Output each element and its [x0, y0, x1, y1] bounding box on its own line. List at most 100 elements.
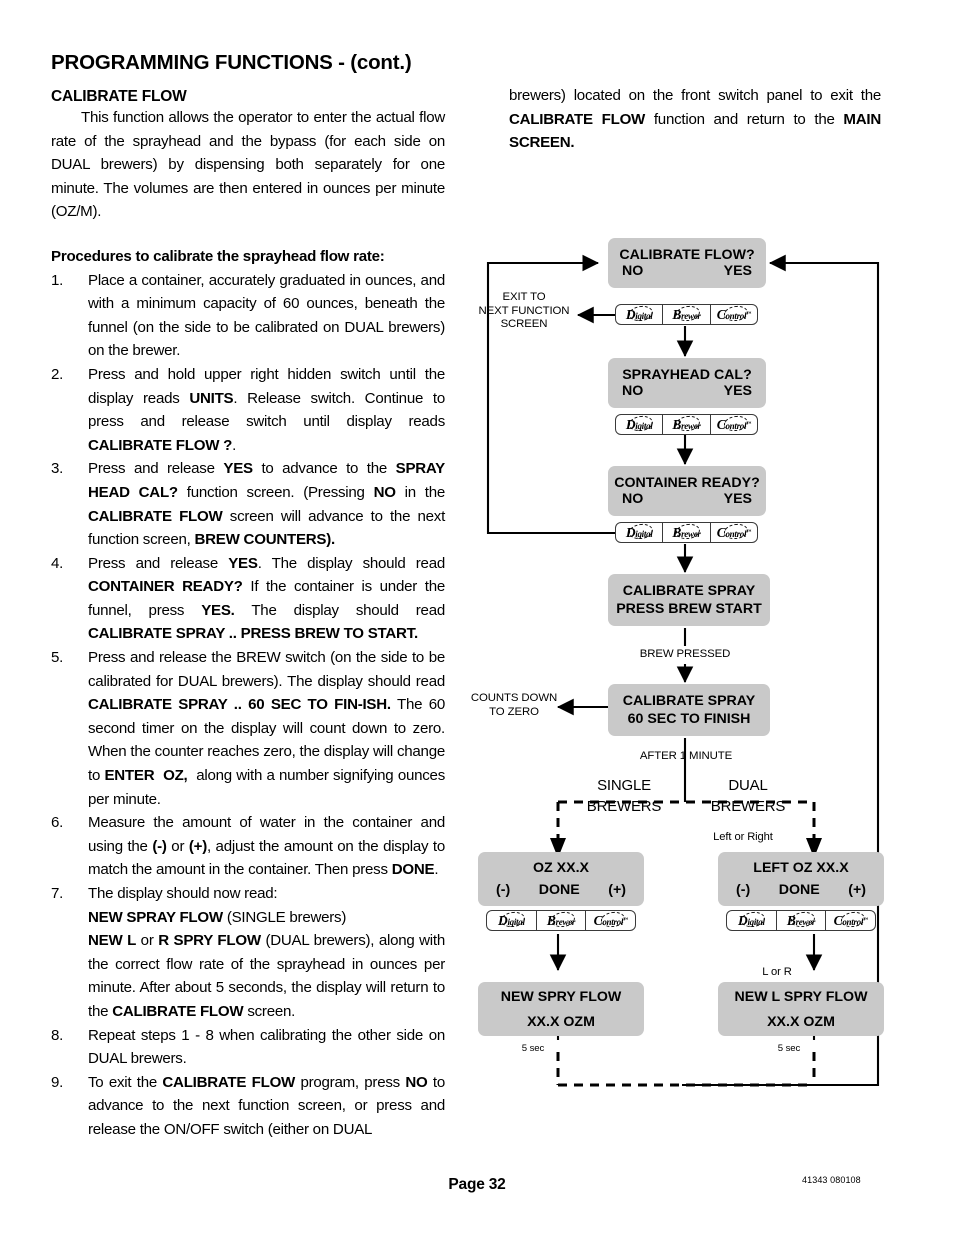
- label-single-brewers: SINGLE: [597, 777, 651, 794]
- flow-box-no: NO: [622, 383, 644, 399]
- step-number: 2.: [51, 365, 64, 383]
- keypad-label-digital: Digital: [625, 306, 653, 322]
- keypad-label-digital: Digital: [625, 524, 653, 540]
- flow-box-title: CALIBRATE FLOW?: [619, 247, 755, 263]
- flow-box-plus: (+): [608, 882, 626, 898]
- label-after-one-minute: AFTER 1 MINUTE: [639, 750, 733, 762]
- keypad-cell-brewer: Brewer: [663, 523, 711, 542]
- keypad-logo: Digital Brewer Control™: [615, 522, 758, 543]
- flow-box-new-spry-dual: NEW L SPRY FLOW XX.X OZM: [718, 982, 884, 1036]
- keypad-cell-digital: Digital: [487, 911, 537, 930]
- flow-box-title: CONTAINER READY?: [614, 475, 760, 491]
- label-five-sec-left: 5 sec: [521, 1043, 545, 1054]
- keypad-logo: Digital Brewer Control™: [726, 910, 876, 931]
- document-page: PROGRAMMING FUNCTIONS - (cont.) CALIBRAT…: [0, 0, 954, 1235]
- flow-box-line1: NEW L SPRY FLOW: [734, 988, 868, 1005]
- keypad-label-brewer: Brewer: [546, 912, 576, 928]
- flow-box-yes: YES: [723, 263, 752, 279]
- keypad-cell-control: Control™: [711, 305, 757, 324]
- keypad-cell-control: Control™: [826, 911, 875, 930]
- label-exit-to-next-function: EXIT TO NEXT FUNCTION SCREEN: [478, 291, 570, 331]
- keypad-label-control: Control™: [716, 306, 751, 322]
- step-item: 4. Press and release YES. The display sh…: [51, 552, 445, 646]
- keypad-cell-control: Control™: [586, 911, 635, 930]
- flow-box-container-ready: CONTAINER READY? NO YES: [608, 466, 766, 516]
- flow-box-calibrate-spray-start: CALIBRATE SPRAY PRESS BREW START: [608, 574, 770, 626]
- flow-box-no: NO: [622, 491, 644, 507]
- step-item: 3. Press and release YES to advance to t…: [51, 457, 445, 551]
- label-single-brewers-line2: BREWERS: [586, 798, 662, 815]
- flow-box-line1: CALIBRATE SPRAY: [622, 583, 756, 599]
- right-column: brewers) located on the front switch pan…: [509, 84, 881, 155]
- flow-box-plus: (+): [848, 882, 866, 898]
- step-item: 6. Measure the amount of water in the co…: [51, 811, 445, 882]
- flow-box-done: DONE: [538, 882, 580, 898]
- flow-box-line2: PRESS BREW START: [616, 601, 762, 617]
- right-column-paragraph: brewers) located on the front switch pan…: [509, 87, 881, 152]
- step-number: 6.: [51, 814, 64, 832]
- keypad-cell-digital: Digital: [727, 911, 777, 930]
- flow-box-yes: YES: [723, 383, 752, 399]
- keypad-cell-digital: Digital: [616, 415, 664, 434]
- procedures-heading: Procedures to calibrate the sprayhead fl…: [51, 247, 385, 265]
- flowchart: CALIBRATE FLOW? NO YES Digital Brewer Co…: [470, 230, 910, 1120]
- keypad-label-brewer: Brewer: [672, 416, 701, 432]
- keypad-cell-brewer: Brewer: [663, 305, 711, 324]
- procedure-steps: 1. Place a container, accurately graduat…: [51, 269, 445, 1142]
- step-number: 5.: [51, 649, 64, 667]
- keypad-label-control: Control™: [833, 912, 868, 928]
- keypad-cell-control: Control™: [711, 523, 757, 542]
- keypad-cell-brewer: Brewer: [663, 415, 711, 434]
- flow-box-done: DONE: [778, 882, 820, 898]
- step-item: 7. The display should now read: NEW SPRA…: [51, 882, 445, 1024]
- flow-box-sprayhead-cal: SPRAYHEAD CAL? NO YES: [608, 358, 766, 408]
- keypad-cell-brewer: Brewer: [777, 911, 827, 930]
- flow-box-title: OZ XX.X: [533, 860, 589, 876]
- keypad-logo: Digital Brewer Control™: [486, 910, 636, 931]
- label-brew-pressed: BREW PRESSED: [639, 648, 731, 660]
- keypad-label-digital: Digital: [625, 416, 653, 432]
- keypad-label-digital: Digital: [498, 912, 525, 928]
- keypad-cell-digital: Digital: [616, 523, 664, 542]
- flow-box-yes: YES: [723, 491, 752, 507]
- document-code: 41343 080108: [802, 1175, 861, 1185]
- keypad-label-control: Control™: [716, 524, 751, 540]
- step-number: 4.: [51, 554, 64, 572]
- flow-box-minus: (-): [736, 882, 751, 898]
- keypad-label-brewer: Brewer: [672, 524, 701, 540]
- flow-box-title: LEFT OZ XX.X: [753, 860, 849, 876]
- keypad-logo: Digital Brewer Control™: [615, 304, 758, 325]
- label-left-or-right: Left or Right: [713, 831, 773, 843]
- label-dual-brewers: DUAL: [728, 777, 768, 794]
- step-number: 9.: [51, 1073, 64, 1091]
- keypad-cell-control: Control™: [711, 415, 757, 434]
- flow-box-line1: CALIBRATE SPRAY: [622, 693, 756, 709]
- keypad-cell-brewer: Brewer: [537, 911, 587, 930]
- flow-box-new-spry-single: NEW SPRY FLOW XX.X OZM: [478, 982, 644, 1036]
- step-item: 9. To exit the CALIBRATE FLOW program, p…: [51, 1071, 445, 1142]
- flow-box-calibrate-flow: CALIBRATE FLOW? NO YES: [608, 238, 766, 288]
- page-title: PROGRAMMING FUNCTIONS - (cont.): [51, 51, 412, 74]
- step-number: 8.: [51, 1026, 64, 1044]
- label-counts-down-to-zero: COUNTS DOWN TO ZERO: [470, 692, 558, 718]
- keypad-logo: Digital Brewer Control™: [615, 414, 758, 435]
- step-number: 3.: [51, 460, 64, 478]
- step-item: 2. Press and hold upper right hidden swi…: [51, 363, 445, 457]
- flow-box-line1: NEW SPRY FLOW: [500, 988, 622, 1005]
- section-title: CALIBRATE FLOW: [51, 88, 187, 105]
- keypad-label-brewer: Brewer: [672, 306, 701, 322]
- keypad-label-control: Control™: [593, 912, 628, 928]
- step-item: 1. Place a container, accurately graduat…: [51, 269, 445, 363]
- step-number: 7.: [51, 885, 64, 902]
- flow-box-title: SPRAYHEAD CAL?: [622, 367, 752, 383]
- flow-box-minus: (-): [496, 882, 511, 898]
- label-l-or-r: L or R: [762, 966, 792, 978]
- step-number: 1.: [51, 271, 64, 289]
- flow-box-line2: XX.X OZM: [527, 1013, 595, 1030]
- step-item: 5. Press and release the BREW switch (on…: [51, 646, 445, 811]
- label-five-sec-right: 5 sec: [777, 1043, 801, 1054]
- left-column: This function allows the operator to ent…: [51, 106, 445, 1142]
- flow-box-no: NO: [622, 263, 644, 279]
- keypad-label-control: Control™: [716, 416, 751, 432]
- step-item: 8. Repeat steps 1 - 8 when calibrating t…: [51, 1024, 445, 1071]
